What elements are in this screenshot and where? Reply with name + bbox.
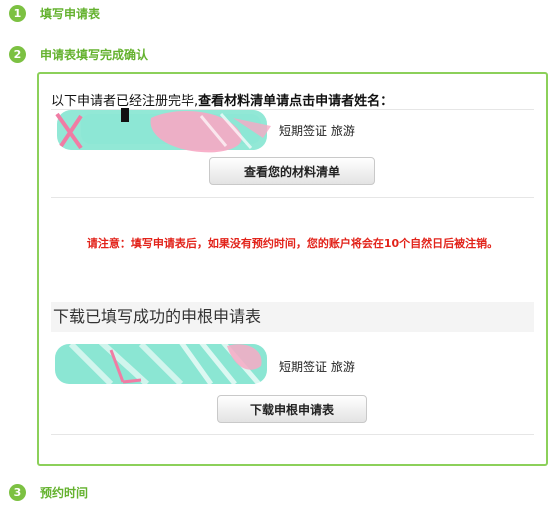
step-label: 预约时间 (40, 485, 89, 500)
step-label: 申请表填写完成确认 (40, 47, 149, 62)
confirmation-panel: 以下申请者已经注册完毕,查看材料清单请点击申请者姓名： 短期签证 旅游 查看您的… (37, 72, 548, 466)
download-form-button[interactable]: 下载申根申请表 (217, 395, 367, 423)
intro-plain: 以下申请者已经注册完毕, (51, 94, 199, 109)
step-3[interactable]: 3 预约时间 (9, 482, 88, 502)
step-number-badge: 3 (9, 483, 26, 501)
step-1[interactable]: 1 填写申请表 (9, 3, 100, 23)
step-number-badge: 2 (9, 45, 26, 63)
applicant-visa-type: 短期签证 旅游 (279, 124, 355, 138)
intro-text: 以下申请者已经注册完毕,查看材料清单请点击申请者姓名： (51, 90, 393, 109)
step-2[interactable]: 2 申请表填写完成确认 (9, 44, 148, 64)
view-materials-button[interactable]: 查看您的材料清单 (209, 157, 375, 185)
divider (51, 434, 534, 435)
intro-bold: 查看材料清单请点击申请者姓名： (198, 94, 394, 109)
applicant-name-link[interactable] (51, 340, 273, 386)
download-section-title: 下载已填写成功的申根申请表 (51, 302, 534, 332)
applicant-visa-type: 短期签证 旅游 (279, 360, 355, 374)
applicant-row: 短期签证 旅游 (51, 108, 531, 154)
step-number-badge: 1 (9, 4, 26, 22)
divider (51, 197, 534, 198)
step-label: 填写申请表 (40, 6, 101, 21)
applicant-row: 短期签证 旅游 (51, 340, 531, 386)
account-notice: 请注意：填写申请表后，如果没有预约时间，您的账户将会在10个自然日后被注销。 (86, 237, 499, 250)
applicant-name-link[interactable] (51, 108, 273, 154)
